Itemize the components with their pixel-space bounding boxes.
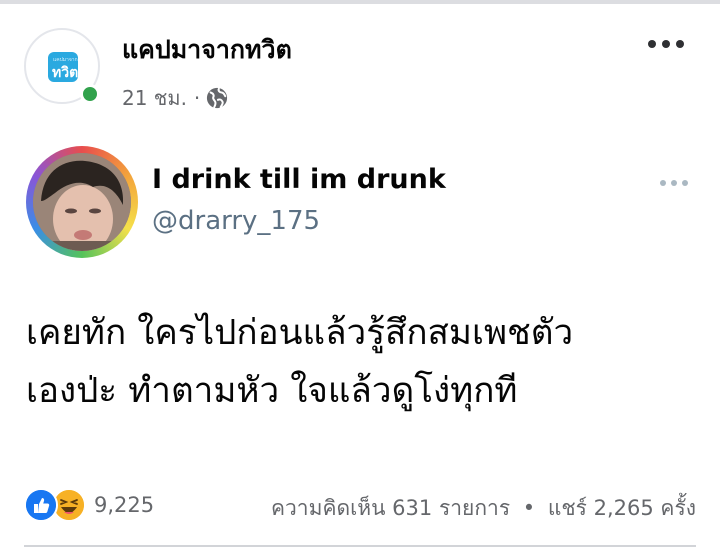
tweet-more-icon (660, 180, 688, 186)
globe-icon[interactable] (206, 87, 228, 109)
dot (660, 180, 666, 186)
like-icon (24, 488, 58, 522)
meta-separator: · (193, 86, 201, 110)
shares-count-link[interactable]: แชร์ 2,265 ครั้ง (548, 496, 696, 520)
tweet-author-avatar (26, 146, 138, 258)
avatar-face-image (33, 153, 131, 251)
stats-separator: • (522, 496, 536, 520)
dot (676, 40, 684, 48)
tweet-handle: @drarry_175 (152, 206, 321, 236)
tweet-text-line: เองป่ะ ทำตามหัว ใจแล้วดูโง่ทุกที (26, 371, 518, 411)
dot (671, 180, 677, 186)
dot (648, 40, 656, 48)
dot (682, 180, 688, 186)
avatar-photo (33, 153, 131, 251)
post-timestamp[interactable]: 21 ชม. (122, 82, 187, 114)
page-name-link[interactable]: แคปมาจากทวิต (122, 30, 292, 70)
logo-text: ทวิต (52, 65, 79, 81)
reactions-summary[interactable]: 9,225 (24, 488, 154, 522)
comments-count-link[interactable]: ความคิดเห็น 631 รายการ (271, 496, 510, 520)
top-divider (0, 0, 720, 4)
tweet-text: เคยทัก ใครไปก่อนแล้วรู้สึกสมเพชตัว เองป่… (26, 304, 706, 420)
bottom-divider (24, 545, 696, 547)
reaction-count: 9,225 (94, 493, 155, 517)
tweet-display-name: I drink till im drunk (152, 164, 446, 195)
post-meta: 21 ชม. · (122, 82, 228, 114)
engagement-stats: ความคิดเห็น 631 รายการ • แชร์ 2,265 ครั้… (271, 492, 696, 525)
dot (662, 40, 670, 48)
page-logo: แคปมาจาก ทวิต (48, 52, 78, 82)
tweet-text-line: เคยทัก ใครไปก่อนแล้วรู้สึกสมเพชตัว (26, 313, 574, 353)
post-options-button[interactable] (648, 38, 684, 50)
online-status-dot (80, 84, 100, 104)
